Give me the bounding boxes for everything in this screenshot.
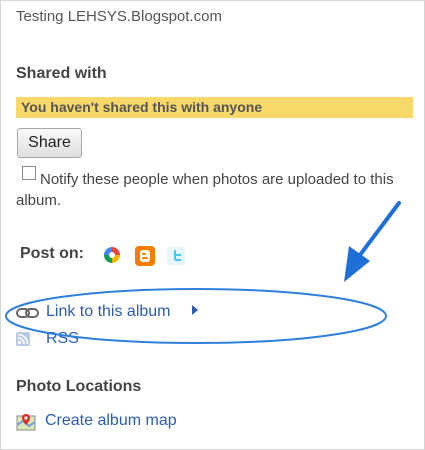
photo-locations-heading: Photo Locations (16, 378, 142, 395)
account-title: Testing LEHSYS.Blogspot.com (16, 8, 222, 25)
expand-triangle-icon[interactable] (192, 305, 198, 315)
twitter-icon[interactable] (166, 246, 186, 266)
notify-label: Notify these people when photos are uplo… (16, 171, 394, 209)
blogger-icon[interactable] (135, 246, 155, 266)
chain-link-icon (16, 306, 40, 324)
post-on-label: Post on: (20, 245, 84, 262)
shared-with-heading: Shared with (16, 65, 107, 82)
link-to-album-link[interactable]: Link to this album (46, 303, 171, 321)
share-button[interactable]: Share (17, 128, 82, 158)
rss-link[interactable]: RSS (46, 330, 79, 348)
shared-status-banner: You haven't shared this with anyone (16, 97, 413, 118)
rss-icon (16, 332, 30, 346)
map-pin-icon (16, 413, 36, 436)
create-album-map-link[interactable]: Create album map (45, 412, 177, 430)
buzz-icon[interactable] (102, 245, 122, 265)
